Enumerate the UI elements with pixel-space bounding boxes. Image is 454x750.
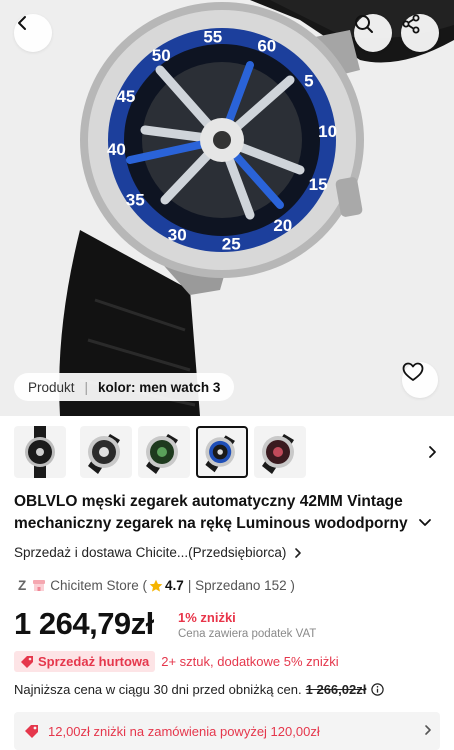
store-rating: 4.7 [165, 578, 184, 593]
variant-value: kolor: men watch 3 [98, 379, 221, 395]
thumbnail-2[interactable] [80, 426, 132, 478]
dial-number: 55 [203, 27, 222, 46]
tag-icon [21, 655, 33, 668]
store-icon [33, 580, 46, 591]
chevron-right-icon [429, 446, 436, 458]
dial-number: 30 [168, 225, 187, 244]
wholesale-text: 2+ sztuk, dodatkowe 5% zniżki [161, 654, 339, 669]
coupon-text: 12,00zł zniżki na zamówienia powyżej 120… [48, 723, 320, 739]
thumbnail-1[interactable] [14, 426, 66, 478]
watch-image: 5 10 15 20 25 30 35 40 45 50 55 60 [59, 0, 454, 416]
dial-number: 45 [116, 87, 135, 106]
dial-number: 60 [257, 37, 276, 56]
coupon-icon [25, 725, 38, 738]
product-title: OBLVLO męski zegarek automatyczny 42MM V… [14, 493, 408, 532]
dial-number: 15 [309, 175, 328, 194]
search-button[interactable] [354, 14, 392, 52]
coupon-banner[interactable]: 12,00zł zniżki na zamówienia powyżej 120… [14, 712, 440, 750]
wholesale-badge: Sprzedaż hurtowa [14, 651, 156, 672]
thumbnail-watch-image [25, 426, 55, 478]
discount-badge: 1% zniżki [178, 610, 236, 625]
chevron-right-icon [295, 547, 302, 558]
chevron-right-icon [425, 725, 431, 735]
search-icon [355, 15, 373, 33]
thumbnail-5[interactable] [254, 426, 306, 478]
chevron-down-icon [419, 519, 431, 526]
store-info[interactable]: Z Chicitem Store ( 4.7 | Sprzedano 152 ) [18, 578, 295, 593]
thumbnails-next-button[interactable] [420, 440, 444, 464]
thumbnail-watch-image [88, 434, 120, 474]
wholesale-info: Sprzedaż hurtowa 2+ sztuk, dodatkowe 5% … [14, 651, 339, 672]
dial-number: 5 [304, 71, 313, 90]
share-button[interactable] [401, 14, 439, 52]
seller-text: Sprzedaż i dostawa Chicite...(Przedsiębi… [14, 545, 287, 560]
variant-pill[interactable]: Produkt | kolor: men watch 3 [14, 373, 235, 401]
expand-title-button[interactable] [418, 515, 432, 533]
back-button[interactable] [14, 14, 52, 52]
product-image[interactable]: 5 10 15 20 25 30 35 40 45 50 55 60 Produkt | kolor:… [0, 0, 454, 416]
dial-number: 40 [107, 140, 126, 159]
share-icon [402, 14, 420, 34]
dial-number: 35 [126, 191, 145, 210]
store-name: Chicitem Store ( [50, 578, 148, 593]
dial-number: 20 [273, 216, 292, 235]
thumbnail-watch-image [205, 435, 235, 473]
store-prefix: Z [18, 578, 27, 593]
thumbnail-3[interactable] [138, 426, 190, 478]
seller-info-link[interactable]: Sprzedaż i dostawa Chicite...(Przedsiębi… [14, 545, 302, 560]
heart-icon [402, 362, 424, 381]
old-price: 1 266,02zł [305, 682, 367, 697]
variant-divider: | [84, 379, 89, 395]
dial-number: 25 [222, 235, 241, 254]
current-price: 1 264,79zł [14, 606, 154, 641]
info-icon[interactable] [371, 683, 385, 696]
wholesale-badge-label: Sprzedaż hurtowa [38, 654, 150, 669]
wishlist-button[interactable] [402, 362, 438, 398]
chevron-left-icon [18, 16, 26, 30]
store-sold: | Sprzedano 152 ) [187, 578, 295, 593]
lowest-price-info: Najniższa cena w ciągu 30 dni przed obni… [14, 682, 385, 697]
variant-label: Produkt [28, 379, 75, 395]
thumbnail-watch-image [262, 434, 294, 474]
star-icon [149, 579, 163, 592]
dial-number: 10 [318, 122, 337, 141]
dial-number: 50 [152, 46, 171, 65]
thumbnail-watch-image [146, 434, 178, 474]
thumbnail-strip [0, 426, 454, 486]
lowest-price-text: Najniższa cena w ciągu 30 dni przed obni… [14, 682, 302, 697]
tax-note: Cena zawiera podatek VAT [178, 628, 317, 640]
thumbnail-4[interactable] [196, 426, 248, 478]
